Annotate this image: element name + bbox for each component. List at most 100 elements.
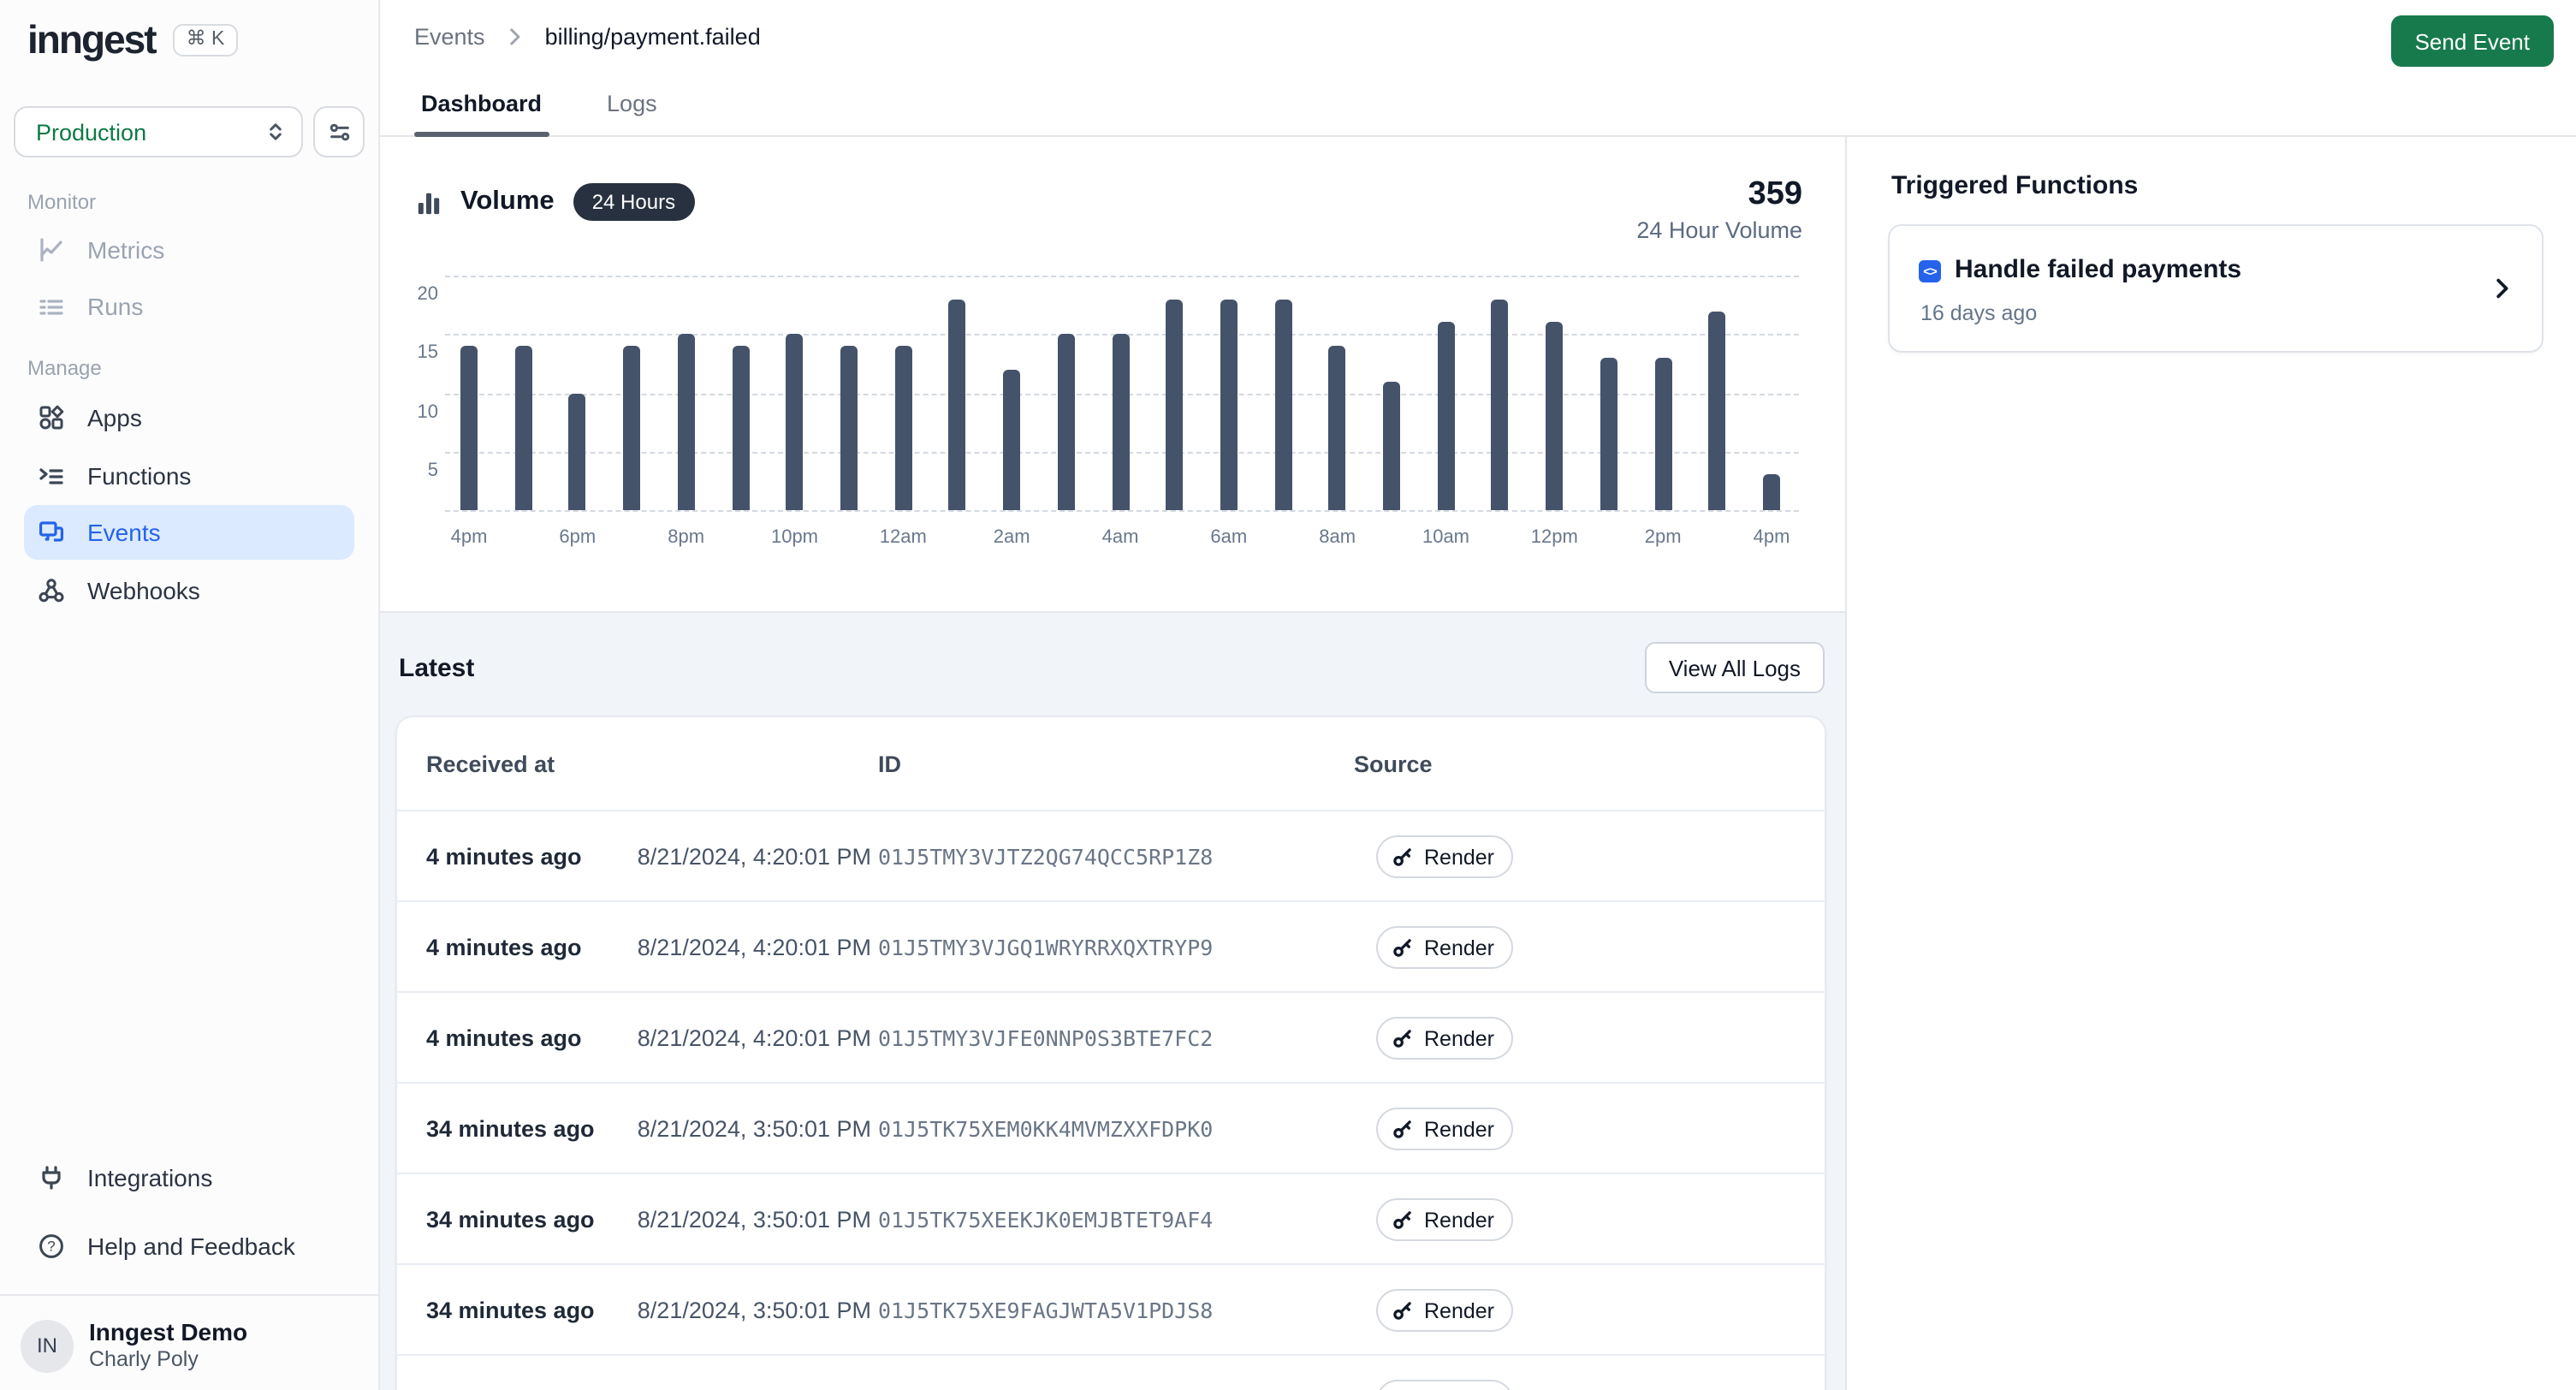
metrics-icon — [38, 235, 65, 263]
volume-caption: 24 Hour Volume — [1636, 217, 1802, 243]
received-timestamp: 8/21/2024, 4:20:01 PM — [638, 902, 871, 993]
latest-title: Latest — [399, 654, 474, 683]
triggered-functions-title: Triggered Functions — [1891, 171, 2138, 200]
volume-bar[interactable] — [949, 299, 966, 510]
function-card[interactable]: <> Handle failed payments 16 days ago — [1888, 224, 2543, 353]
sidebar: inngest ⌘ K Production Monitor — [0, 0, 380, 1390]
user-name: Charly Poly — [89, 1347, 247, 1374]
volume-bar[interactable] — [1329, 346, 1346, 510]
breadcrumb-events-link[interactable]: Events — [414, 24, 485, 50]
source-label: Render — [1424, 1026, 1494, 1050]
runs-icon — [38, 292, 65, 319]
volume-bar[interactable] — [460, 346, 478, 510]
sidebar-item-label: Webhooks — [87, 576, 200, 603]
volume-bar[interactable] — [514, 346, 531, 510]
source-badge: Render — [1376, 1289, 1513, 1332]
volume-bar[interactable] — [1709, 311, 1726, 510]
source-cell: Render — [1376, 1084, 1513, 1174]
sidebar-item-apps[interactable]: Apps — [0, 389, 378, 445]
sidebar-item-metrics[interactable]: Metrics — [0, 221, 378, 277]
user-menu[interactable]: IN Inngest Demo Charly Poly — [21, 1318, 247, 1374]
sidebar-item-integrations[interactable]: Integrations — [0, 1149, 378, 1205]
source-badge: Render — [1376, 926, 1513, 969]
received-timestamp: 8/21/2024, 4:20:01 PM — [638, 811, 871, 902]
source-badge: Render — [1376, 1198, 1513, 1241]
volume-bar[interactable] — [1112, 335, 1129, 511]
volume-bar[interactable] — [678, 335, 695, 511]
command-k-shortcut[interactable]: ⌘ K — [173, 24, 239, 57]
source-label: Render — [1424, 1208, 1494, 1232]
x-axis-tick-label: 2am — [974, 527, 1049, 548]
sidebar-item-runs[interactable]: Runs — [0, 277, 378, 334]
chevron-updown-icon — [264, 120, 288, 144]
table-header: Received at ID Source — [397, 717, 1825, 810]
function-name: Handle failed payments — [1955, 255, 2241, 284]
volume-total: 359 — [1636, 176, 1802, 214]
event-id: 01J5TK75XEEKJK0EMJBTET9AF4 — [878, 1174, 1213, 1265]
inngest-logo[interactable]: inngest — [27, 17, 156, 63]
volume-bar[interactable] — [1058, 335, 1075, 511]
volume-bar[interactable] — [623, 346, 640, 510]
latest-section: Latest View All Logs Received at ID Sour… — [380, 611, 1845, 1390]
volume-bar[interactable] — [894, 346, 911, 510]
bar-chart-icon — [416, 189, 442, 215]
environment-settings-button[interactable] — [313, 106, 365, 157]
volume-bar[interactable] — [569, 393, 586, 510]
volume-bar[interactable] — [1600, 358, 1617, 510]
volume-bar[interactable] — [1003, 370, 1020, 510]
sidebar-item-label: Events — [87, 519, 161, 546]
table-row[interactable]: 44 minutes ago8/21/2024, 3:40:01 PM01J5T… — [397, 1354, 1825, 1390]
volume-bar[interactable] — [786, 335, 804, 511]
sidebar-divider — [0, 1294, 378, 1296]
received-timestamp: 8/21/2024, 3:40:01 PM — [638, 1356, 871, 1390]
breadcrumb: Events billing/payment.failed — [414, 24, 761, 50]
volume-bar[interactable] — [1166, 299, 1183, 510]
sidebar-item-functions[interactable]: Functions — [0, 447, 378, 503]
volume-bar[interactable] — [1220, 299, 1238, 510]
breadcrumb-current: billing/payment.failed — [545, 24, 761, 50]
table-row[interactable]: 34 minutes ago8/21/2024, 3:50:01 PM01J5T… — [397, 1263, 1825, 1354]
sidebar-item-help[interactable]: ? Help and Feedback — [0, 1217, 378, 1274]
chevron-right-icon — [2489, 276, 2514, 301]
volume-bar[interactable] — [1383, 381, 1400, 510]
sidebar-item-events[interactable]: Events — [24, 505, 354, 560]
received-relative-time: 4 minutes ago — [426, 993, 582, 1084]
environment-selector[interactable]: Production — [14, 106, 303, 157]
source-label: Render — [1424, 845, 1494, 869]
table-row[interactable]: 4 minutes ago8/21/2024, 4:20:01 PM01J5TM… — [397, 810, 1825, 900]
key-icon — [1392, 936, 1414, 959]
x-axis-tick-label: 2pm — [1625, 527, 1701, 548]
sidebar-item-label: Runs — [87, 292, 143, 319]
volume-bar[interactable] — [1546, 323, 1563, 510]
received-timestamp: 8/21/2024, 4:20:01 PM — [638, 993, 871, 1084]
sidebar-item-webhooks[interactable]: Webhooks — [0, 561, 378, 618]
table-row[interactable]: 34 minutes ago8/21/2024, 3:50:01 PM01J5T… — [397, 1082, 1825, 1173]
sidebar-item-label: Functions — [87, 461, 191, 489]
volume-bar[interactable] — [1492, 299, 1509, 510]
table-row[interactable]: 4 minutes ago8/21/2024, 4:20:01 PM01J5TM… — [397, 900, 1825, 991]
plug-icon — [38, 1163, 65, 1191]
volume-bar[interactable] — [732, 346, 749, 510]
events-table: Received at ID Source 4 minutes ago8/21/… — [395, 716, 1826, 1390]
volume-bar[interactable] — [1654, 358, 1671, 510]
key-icon — [1392, 1027, 1414, 1049]
volume-bar[interactable] — [1438, 323, 1455, 510]
volume-bar[interactable] — [840, 346, 858, 510]
send-event-button[interactable]: Send Event — [2391, 15, 2554, 67]
view-all-logs-button[interactable]: View All Logs — [1645, 642, 1825, 693]
volume-bar[interactable] — [1274, 299, 1291, 510]
tab-logs[interactable]: Logs — [600, 68, 664, 137]
volume-chart-section: Volume 24 Hours 359 24 Hour Volume 51015… — [380, 137, 1845, 611]
y-axis-tick-label: 10 — [387, 400, 438, 424]
avatar: IN — [21, 1319, 74, 1372]
event-id: 01J5TJMVXVWBBNJQKE8EZZE3FW0 — [878, 1356, 1226, 1390]
x-axis-tick-label: 4pm — [431, 527, 507, 548]
time-range-badge[interactable]: 24 Hours — [573, 183, 694, 221]
tab-dashboard[interactable]: Dashboard — [414, 68, 549, 137]
table-row[interactable]: 34 minutes ago8/21/2024, 3:50:01 PM01J5T… — [397, 1173, 1825, 1263]
received-relative-time: 4 minutes ago — [426, 811, 582, 902]
sidebar-item-label: Metrics — [87, 235, 164, 263]
apps-icon — [38, 403, 65, 431]
volume-bar[interactable] — [1763, 475, 1780, 510]
table-row[interactable]: 4 minutes ago8/21/2024, 4:20:01 PM01J5TM… — [397, 991, 1825, 1082]
